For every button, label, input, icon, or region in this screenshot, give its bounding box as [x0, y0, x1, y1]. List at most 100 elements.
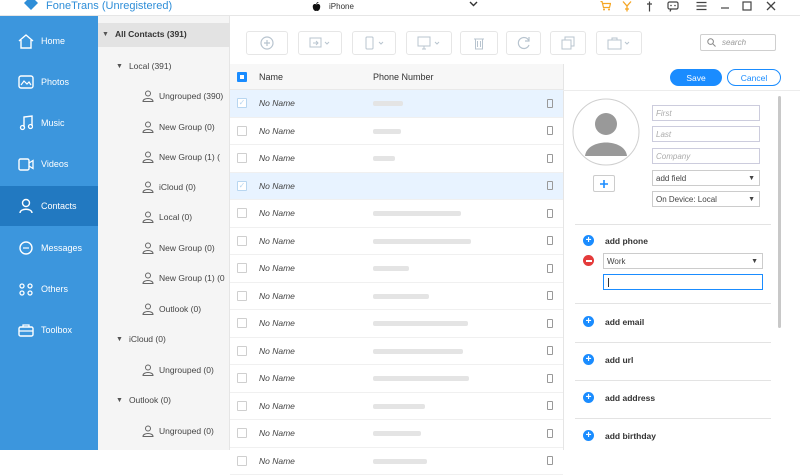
sidebar-item-others[interactable]: Others — [0, 269, 98, 309]
last-name-field[interactable]: Last — [652, 126, 760, 142]
tree-item-label: Ungrouped (0) — [159, 365, 214, 375]
tree-item-group[interactable]: New Group (0) — [142, 242, 215, 254]
contact-row[interactable]: ✓No Name — [230, 173, 563, 201]
row-checkbox[interactable] — [237, 456, 247, 466]
contact-row[interactable]: No Name — [230, 283, 563, 311]
row-checkbox[interactable] — [237, 208, 247, 218]
cancel-button[interactable]: Cancel — [727, 69, 781, 86]
tree-item-group[interactable]: Outlook (0) — [142, 303, 201, 315]
toolbox-dropdown-button[interactable] — [596, 31, 642, 55]
contact-row[interactable]: No Name — [230, 365, 563, 393]
add-address-button[interactable]: + add address — [583, 392, 655, 403]
duplicate-button[interactable] — [550, 31, 586, 55]
phone-device-icon — [547, 346, 553, 355]
feedback-icon[interactable] — [666, 0, 680, 12]
select-all-checkbox[interactable] — [237, 72, 247, 82]
sidebar-item-photos[interactable]: Photos — [0, 62, 98, 102]
toolbox-icon — [15, 323, 37, 337]
sidebar-item-toolbox[interactable]: Toolbox — [0, 310, 98, 350]
export-to-pc-button[interactable] — [406, 31, 452, 55]
add-button[interactable] — [246, 31, 288, 55]
device-selector[interactable]: iPhone — [312, 0, 484, 14]
first-name-field[interactable]: First — [652, 105, 760, 121]
contact-row[interactable]: No Name — [230, 393, 563, 421]
row-checkbox[interactable]: ✓ — [237, 181, 247, 191]
row-checkbox[interactable] — [237, 428, 247, 438]
company-field[interactable]: Company — [652, 148, 760, 164]
sidebar-item-contacts[interactable]: Contacts — [0, 186, 98, 226]
tree-item-outlook[interactable]: ▼ Outlook (0) — [116, 395, 171, 405]
row-checkbox[interactable] — [237, 236, 247, 246]
sidebar-item-videos[interactable]: Videos — [0, 144, 98, 184]
contact-row[interactable]: No Name — [230, 228, 563, 256]
remove-phone-icon[interactable] — [583, 255, 594, 266]
column-header-name[interactable]: Name — [259, 72, 283, 82]
tree-item-group[interactable]: iCloud (0) — [142, 181, 196, 193]
row-checkbox[interactable] — [237, 346, 247, 356]
avatar[interactable] — [572, 98, 640, 166]
import-button[interactable] — [298, 31, 342, 55]
phone-number-input[interactable] — [603, 274, 763, 290]
add-photo-button[interactable] — [593, 175, 615, 192]
contact-row[interactable]: No Name — [230, 310, 563, 338]
contact-row[interactable]: No Name — [230, 255, 563, 283]
sidebar-item-music[interactable]: Music — [0, 103, 98, 143]
key-icon[interactable] — [620, 0, 634, 12]
sidebar-item-messages[interactable]: Messages — [0, 228, 98, 268]
row-checkbox[interactable]: ✓ — [237, 98, 247, 108]
cart-icon[interactable] — [598, 0, 612, 12]
phone-export-icon — [363, 36, 385, 50]
row-checkbox[interactable] — [237, 263, 247, 273]
phone-device-icon — [547, 401, 553, 410]
save-button[interactable]: Save — [670, 69, 722, 86]
delete-button[interactable] — [460, 31, 498, 55]
row-checkbox[interactable] — [237, 401, 247, 411]
contact-row[interactable]: No Name — [230, 200, 563, 228]
maximize-icon[interactable] — [740, 0, 754, 12]
contact-row[interactable]: No Name — [230, 118, 563, 146]
scrollbar[interactable] — [778, 96, 781, 328]
tree-item-group[interactable]: Ungrouped (390) — [142, 90, 223, 102]
add-birthday-button[interactable]: + add birthday — [583, 430, 656, 441]
on-device-select[interactable]: On Device: Local ▼ — [652, 191, 760, 207]
tree-item-local[interactable]: ▼ Local (391) — [116, 61, 171, 71]
add-field-select[interactable]: add field ▼ — [652, 170, 760, 186]
contact-row[interactable]: No Name — [230, 448, 563, 475]
row-checkbox[interactable] — [237, 291, 247, 301]
contact-row[interactable]: No Name — [230, 338, 563, 366]
tree-item-group[interactable]: Local (0) — [142, 211, 192, 223]
tree-item-all-contacts[interactable]: ▼ All Contacts (391) — [102, 29, 187, 39]
pin-icon[interactable] — [642, 0, 656, 12]
row-checkbox[interactable] — [237, 373, 247, 383]
phone-number-redacted — [373, 404, 425, 409]
app-logo-icon — [22, 0, 40, 12]
tree-item-icloud[interactable]: ▼ iCloud (0) — [116, 334, 166, 344]
contact-list: Name Phone Number ✓No NameNo NameNo Name… — [230, 64, 563, 450]
menu-icon[interactable] — [694, 0, 708, 12]
tree-item-group[interactable]: New Group (0) — [142, 121, 215, 133]
sidebar-item-home[interactable]: Home — [0, 21, 98, 61]
row-checkbox[interactable] — [237, 153, 247, 163]
row-checkbox[interactable] — [237, 318, 247, 328]
contact-row[interactable]: No Name — [230, 420, 563, 448]
contact-name: No Name — [259, 263, 295, 273]
tree-item-group[interactable]: New Group (1) ( — [142, 151, 220, 163]
contact-row[interactable]: ✓No Name — [230, 90, 563, 118]
close-icon[interactable] — [764, 0, 778, 12]
minimize-icon[interactable] — [718, 0, 732, 12]
tree-item-group[interactable]: Ungrouped (0) — [142, 425, 214, 437]
row-checkbox[interactable] — [237, 126, 247, 136]
phone-type-select[interactable]: Work ▼ — [603, 253, 763, 269]
tree-item-group[interactable]: Ungrouped (0) — [142, 364, 214, 376]
export-to-device-button[interactable] — [352, 31, 396, 55]
computer-export-icon — [417, 36, 441, 50]
tree-item-group[interactable]: New Group (1) (0 — [142, 272, 225, 284]
refresh-button[interactable] — [506, 31, 541, 55]
contact-name: No Name — [259, 456, 295, 466]
add-phone-button[interactable]: + add phone — [583, 235, 648, 246]
add-url-button[interactable]: + add url — [583, 354, 633, 365]
add-email-button[interactable]: + add email — [583, 316, 644, 327]
search-input[interactable]: search — [700, 34, 776, 51]
column-header-phone[interactable]: Phone Number — [373, 72, 434, 82]
contact-row[interactable]: No Name — [230, 145, 563, 173]
